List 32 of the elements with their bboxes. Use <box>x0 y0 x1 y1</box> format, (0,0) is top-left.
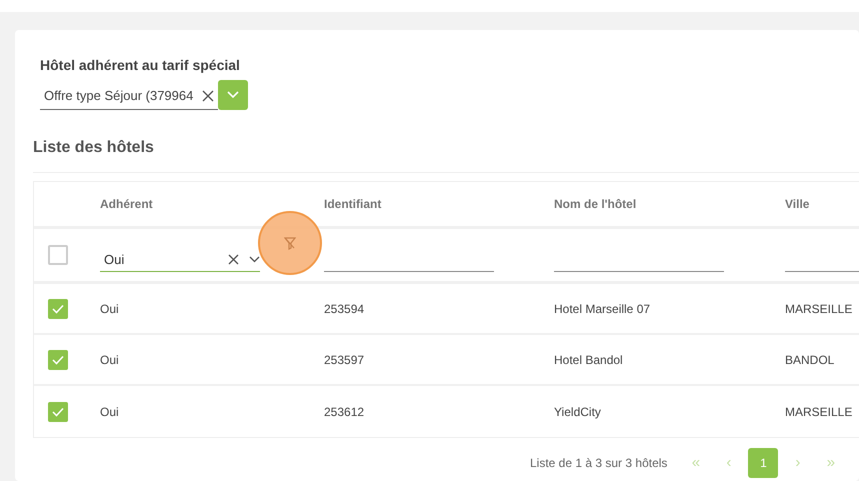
checkmark-icon <box>52 354 64 364</box>
field-label: Hôtel adhérent au tarif spécial <box>40 56 240 75</box>
section-title: Liste des hôtels <box>33 138 154 158</box>
clear-icon[interactable] <box>228 254 239 265</box>
pagination-summary: Liste de 1 à 3 sur 3 hôtels <box>530 455 668 472</box>
table-cell: Hotel Marseille 07 <box>554 302 650 316</box>
table-cell: MARSEILLE <box>785 302 852 316</box>
table-cell: YieldCity <box>554 404 601 418</box>
chevron-down-icon <box>227 91 239 99</box>
checkbox[interactable] <box>48 298 68 318</box>
table-cell: 253594 <box>324 302 364 316</box>
table-cell: Oui <box>100 352 119 366</box>
table-cell: 253612 <box>324 404 364 418</box>
checkbox[interactable] <box>48 402 68 422</box>
table-cell: Oui <box>100 404 119 418</box>
checkmark-icon <box>52 304 64 314</box>
checkbox[interactable] <box>48 350 68 370</box>
table-cell: BANDOL <box>785 352 834 366</box>
column-header[interactable]: Adhérent <box>100 197 153 211</box>
table-cell: Oui <box>100 302 119 316</box>
column-header[interactable]: Nom de l'hôtel <box>554 197 636 211</box>
table-cell: 253597 <box>324 352 364 366</box>
table-cell: MARSEILLE <box>785 404 852 418</box>
checkmark-icon <box>52 406 64 416</box>
checkbox[interactable] <box>48 245 68 265</box>
clear-icon[interactable] <box>202 90 214 102</box>
column-header[interactable]: Identifiant <box>324 197 382 211</box>
chevron-down-icon[interactable] <box>249 256 260 263</box>
filter-icon <box>284 236 296 250</box>
column-header[interactable]: Ville <box>785 197 810 211</box>
filter-select-field[interactable]: Oui <box>100 248 260 272</box>
table-cell: Hotel Bandol <box>554 352 623 366</box>
